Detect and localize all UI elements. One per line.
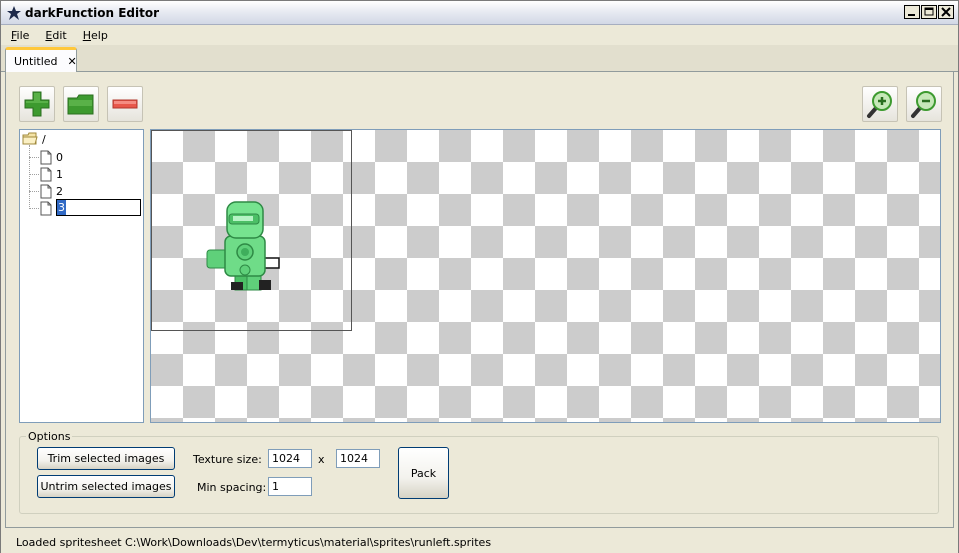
zoom-in-button[interactable] bbox=[862, 86, 898, 122]
tab-close-icon[interactable]: ✕ bbox=[68, 55, 77, 68]
tab-untitled[interactable]: Untitled ✕ bbox=[5, 47, 77, 73]
trim-selected-button[interactable]: Trim selected images bbox=[37, 447, 175, 470]
file-icon bbox=[40, 201, 52, 215]
options-legend: Options bbox=[26, 430, 73, 443]
robot-sprite[interactable] bbox=[201, 198, 281, 298]
tab-strip: Untitled ✕ bbox=[1, 45, 958, 73]
tree-item-label: 1 bbox=[56, 167, 63, 181]
folder-icon bbox=[67, 94, 94, 115]
open-folder-button[interactable] bbox=[63, 86, 99, 122]
zoom-out-button[interactable] bbox=[906, 86, 942, 122]
times-label: x bbox=[318, 453, 325, 466]
app-window: darkFunction Editor File Edit Help Untit… bbox=[0, 0, 959, 553]
menu-file[interactable]: File bbox=[11, 29, 37, 42]
menu-help[interactable]: Help bbox=[83, 29, 116, 42]
texture-height-field[interactable]: 1024 bbox=[336, 449, 380, 468]
remove-button[interactable] bbox=[107, 86, 143, 122]
minimize-button[interactable] bbox=[904, 5, 920, 19]
zoom-in-icon bbox=[867, 91, 892, 118]
file-icon bbox=[40, 184, 52, 198]
options-group: Options Trim selected images Untrim sele… bbox=[19, 430, 939, 514]
tree-item-label: 2 bbox=[56, 184, 63, 198]
tree-item[interactable]: 2 bbox=[40, 183, 63, 199]
minus-icon bbox=[112, 99, 138, 109]
menu-bar: File Edit Help bbox=[1, 25, 958, 45]
tree-item[interactable]: 1 bbox=[40, 166, 63, 182]
status-bar: Loaded spritesheet C:\Work\Downloads\Dev… bbox=[1, 531, 958, 553]
folder-icon bbox=[22, 132, 38, 145]
window-title: darkFunction Editor bbox=[25, 6, 159, 20]
sprite-canvas[interactable] bbox=[150, 129, 941, 423]
tree-item-label: 0 bbox=[56, 150, 63, 164]
editor-panel: / 0 1 2 3 Options Trim selected images U… bbox=[5, 72, 954, 528]
zoom-out-icon bbox=[911, 91, 936, 118]
min-spacing-label: Min spacing: bbox=[197, 481, 267, 494]
status-text: Loaded spritesheet C:\Work\Downloads\Dev… bbox=[16, 535, 492, 549]
maximize-button[interactable] bbox=[921, 5, 937, 19]
menu-edit[interactable]: Edit bbox=[45, 29, 74, 42]
texture-width-field[interactable]: 1024 bbox=[268, 449, 312, 468]
file-icon bbox=[40, 150, 52, 164]
tree-rename-input[interactable]: 3 bbox=[56, 199, 141, 216]
tree-item[interactable]: 0 bbox=[40, 149, 63, 165]
sprite-tree[interactable]: / 0 1 2 3 bbox=[19, 129, 144, 423]
min-spacing-field[interactable]: 1 bbox=[268, 477, 312, 496]
pack-button[interactable]: Pack bbox=[398, 447, 449, 499]
untrim-selected-button[interactable]: Untrim selected images bbox=[37, 475, 175, 498]
app-star-icon bbox=[7, 6, 21, 20]
tree-root[interactable]: / bbox=[22, 131, 46, 147]
plus-icon bbox=[24, 91, 50, 117]
file-icon bbox=[40, 167, 52, 181]
tree-item[interactable] bbox=[40, 200, 52, 216]
tree-root-label: / bbox=[42, 132, 46, 146]
add-button[interactable] bbox=[19, 86, 55, 122]
close-button[interactable] bbox=[938, 5, 954, 19]
texture-size-label: Texture size: bbox=[193, 453, 262, 466]
tab-label: Untitled bbox=[14, 55, 58, 68]
title-bar[interactable]: darkFunction Editor bbox=[1, 1, 958, 25]
